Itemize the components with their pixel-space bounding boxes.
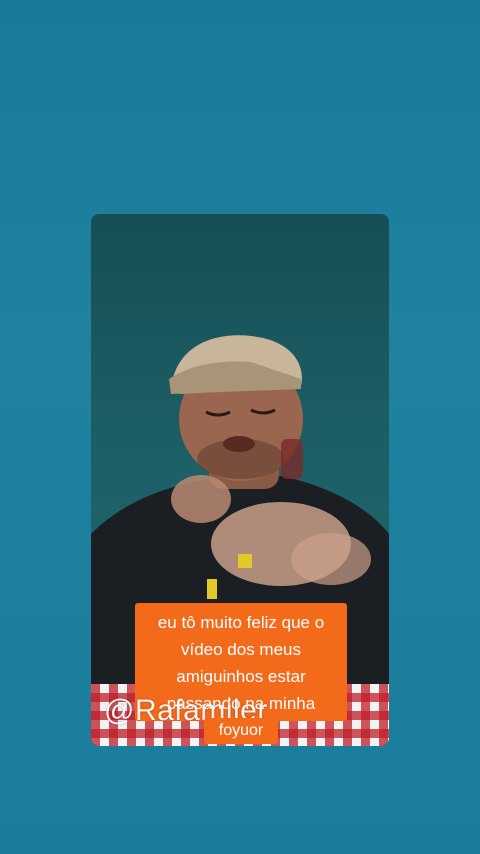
story-screen: eu tô muito feliz que o vídeo dos meus a… xyxy=(0,0,480,854)
caption-line: eu tô muito feliz que o xyxy=(157,613,325,632)
caption-line: vídeo dos meus xyxy=(180,640,301,659)
caption-tail: foyuor xyxy=(204,718,278,744)
caption-line: amiguinhos estar xyxy=(176,667,306,686)
